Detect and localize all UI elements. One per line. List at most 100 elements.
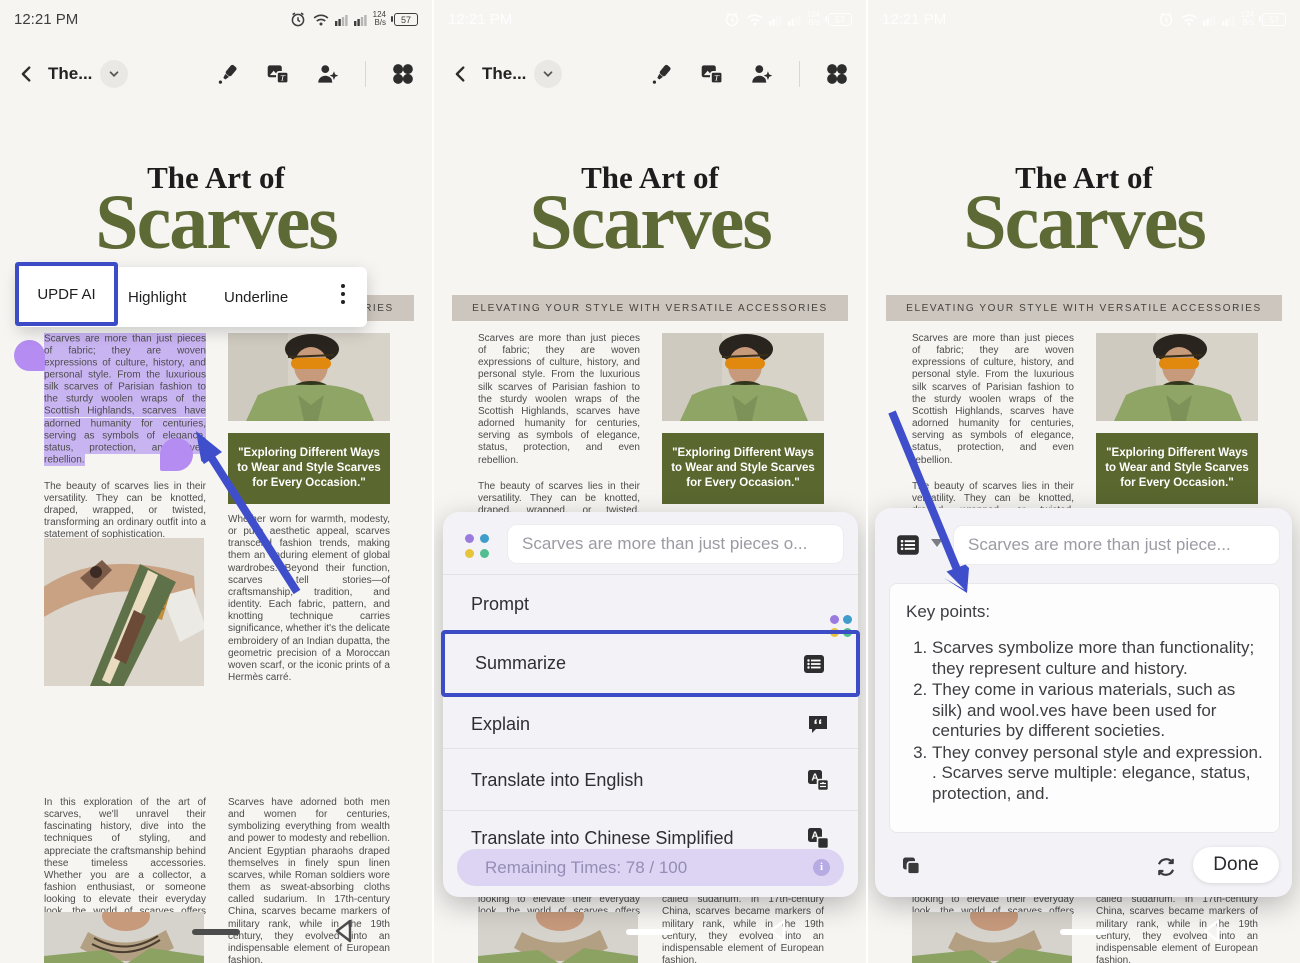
edit-image-text-icon[interactable]: T [699,61,725,87]
ai-summary-result-card: Key points: Scarves symbolize more than … [889,583,1280,833]
toolbar-actions: T [215,61,416,87]
alarm-icon [291,12,304,27]
app-toolbar: The... T [434,48,866,100]
gesture-bar[interactable] [1060,929,1108,935]
screen-1-select-text: 12:21 PM 124 B/s 57 The... T The Art of … [0,0,432,963]
info-icon[interactable]: i [813,859,830,876]
doc-quote-box: "Exploring Different Ways to Wear and St… [228,433,390,504]
selection-handle-end[interactable] [160,438,193,471]
key-point-3: They convey personal style and expressio… [932,743,1263,805]
gesture-bar[interactable] [192,929,240,935]
ai-menu-item-translate-english[interactable]: Translate into English A [443,756,858,804]
network-rate-unit: B/s [1242,18,1254,27]
sheet-divider [443,748,858,749]
doc-paragraph-5: Scarves have adorned both men and women … [228,797,390,963]
summarize-highlight-box: Summarize [441,630,860,697]
document-title-truncated[interactable]: The... [482,64,526,84]
doc-right-column: "Exploring Different Ways to Wear and St… [228,333,390,698]
doc-title-line2: Scarves [95,178,339,265]
updf-ai-result-sheet: Key points: Scarves symbolize more than … [875,508,1292,897]
doc-paragraph-1: Scarves are more than just pieces of fab… [912,333,1074,466]
updf-ai-logo-icon [465,534,489,558]
signal-sim2-icon [787,15,801,26]
ai-selected-text-input[interactable] [953,525,1280,565]
more-tools-grid-icon[interactable] [824,61,850,87]
ai-assistant-icon[interactable] [315,61,341,87]
summarize-mode-icon[interactable] [895,532,921,558]
remaining-times-text: Remaining Times: 78 / 100 [485,857,688,877]
android-back-icon[interactable] [766,918,790,944]
key-points-heading: Key points: [906,602,991,621]
explain-bubble-icon [809,716,827,733]
status-bar: 12:21 PM 124 B/s 57 [868,0,1300,38]
ai-menu-item-prompt[interactable]: Prompt [443,580,858,637]
app-toolbar: The... T [0,48,432,100]
title-dropdown[interactable] [100,60,129,88]
title-dropdown[interactable] [534,60,563,88]
screen-2-ai-menu: 12:21 PM 124 B/s 57 The... T The Art of … [434,0,866,963]
back-icon[interactable] [16,63,38,85]
ai-menu-item-summarize[interactable]: Summarize [445,634,856,693]
doc-paragraph-4: In this exploration of the art of scarve… [44,797,206,930]
battery-nub [391,16,393,22]
mode-dropdown-caret-icon[interactable] [931,539,943,547]
selection-handle-start[interactable] [14,340,45,371]
clock-time: 12:21 PM [14,10,79,28]
regenerate-icon[interactable] [1153,854,1179,880]
annotate-pen-icon[interactable] [215,61,241,87]
photo-woman-orange-glasses [662,333,824,421]
wifi-icon [747,14,763,26]
doc-banner: ELEVATING YOUR STYLE WITH VERSATILE ACCE… [452,295,848,321]
ai-assistant-icon[interactable] [749,61,775,87]
ai-selected-text-input[interactable] [507,524,844,564]
signal-sim1-icon [1202,15,1216,26]
toolbar-divider [365,61,366,87]
more-tools-grid-icon[interactable] [390,61,416,87]
signal-sim1-icon [768,15,782,26]
summarize-list-icon [804,654,824,673]
updf-ai-menu-item[interactable]: UPDF AI [37,286,95,303]
android-back-icon[interactable] [332,918,356,944]
photo-woman-orange-glasses [228,333,390,421]
ai-menu-item-explain[interactable]: Explain [443,700,858,748]
gesture-bar[interactable] [626,929,674,935]
translate-chinese-label: Translate into Chinese Simplified [471,827,734,848]
explain-label: Explain [471,713,531,734]
alarm-icon [725,12,738,27]
clock-time: 12:21 PM [882,10,947,28]
photo-neck-scarf [44,912,204,963]
doc-paragraph-3: Whether worn for warmth, modesty, or pur… [228,514,390,684]
network-rate-unit: B/s [808,18,820,27]
highlight-menu-item[interactable]: Highlight [128,289,186,306]
network-rate: 124 B/s [807,11,820,27]
edit-image-text-icon[interactable]: T [265,61,291,87]
updf-ai-menu-item-highlight-box[interactable]: UPDF AI [15,262,118,326]
back-icon[interactable] [450,63,472,85]
annotate-pen-icon[interactable] [649,61,675,87]
sheet-divider [443,810,858,811]
updf-ai-action-sheet: Prompt Summarize Explain Translate into … [441,512,860,897]
document-title-truncated[interactable]: The... [48,64,92,84]
key-points-list: Scarves symbolize more than functionalit… [906,638,1263,804]
copy-icon[interactable] [899,854,923,878]
battery-icon: 57 [1259,12,1286,26]
status-icons: 124 B/s 57 [289,10,418,28]
done-button[interactable]: Done [1193,847,1279,883]
battery-level: 57 [1262,12,1286,26]
text-selection-menu: UPDF AI Highlight Underline [15,262,367,327]
photo-scarf-on-arm [44,538,204,686]
more-options-kebab-icon[interactable] [341,284,345,304]
clock-time: 12:21 PM [448,10,513,28]
underline-menu-item[interactable]: Underline [224,289,288,306]
updf-three-screens-composite: 12:21 PM 124 B/s 57 The... T The Art of … [0,0,1300,963]
toolbar-divider [799,61,800,87]
signal-sim2-icon [1221,15,1235,26]
battery-icon: 57 [825,12,852,26]
toolbar-actions: T [649,61,850,87]
battery-icon: 57 [391,12,418,26]
android-back-icon[interactable] [1200,918,1224,944]
signal-sim1-icon [334,15,348,26]
translate-english-label: Translate into English [471,769,644,790]
screen-3-ai-result: 12:21 PM 124 B/s 57 The Art of Scarves E… [868,0,1300,963]
status-bar: 12:21 PM 124 B/s 57 [434,0,866,38]
